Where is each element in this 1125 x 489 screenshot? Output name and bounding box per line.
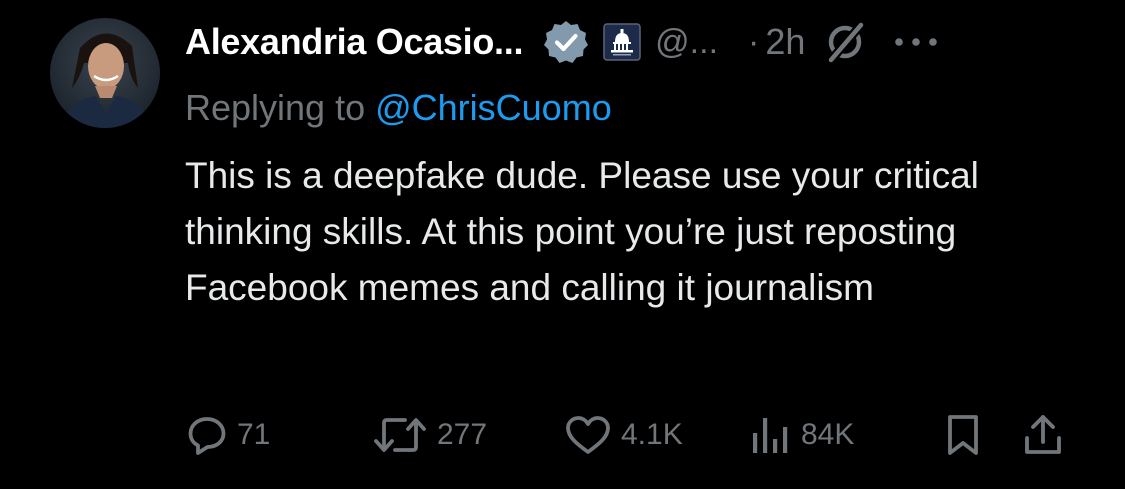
bookmark-button[interactable] [943, 407, 983, 463]
like-button[interactable]: 4.1K [563, 407, 683, 463]
header-separator: · [748, 22, 760, 61]
verified-badge-icon[interactable] [543, 19, 589, 65]
tweet-text: This is a deepfake dude. Please use your… [185, 155, 979, 308]
heart-icon [566, 416, 610, 454]
government-affiliation-icon[interactable] [603, 23, 641, 61]
avatar[interactable] [50, 18, 160, 128]
reply-button[interactable]: 71 [185, 407, 270, 463]
tweet-header: Alexandria Ocasio... @... · 2h [185, 18, 941, 66]
reply-count: 71 [237, 418, 271, 451]
share-button[interactable] [1021, 407, 1065, 463]
author-name[interactable]: Alexandria Ocasio... [185, 21, 523, 63]
views-button[interactable]: 84K [749, 407, 854, 463]
repost-count: 277 [437, 418, 488, 451]
repost-button[interactable]: 277 [371, 407, 487, 463]
avatar-image [50, 18, 160, 128]
replying-to: Replying to @ChrisCuomo [185, 84, 612, 132]
repost-arrows-icon [374, 418, 426, 452]
views-count: 84K [801, 418, 855, 451]
bookmark-icon [948, 415, 978, 455]
more-dots-icon[interactable] [891, 32, 941, 52]
action-bar: 71 277 4.1K 84K [185, 407, 1075, 463]
timestamp[interactable]: 2h [765, 21, 805, 63]
share-upload-icon [1025, 415, 1061, 454]
replying-to-mention-link[interactable]: @ChrisCuomo [375, 87, 612, 128]
views-bars-icon [753, 418, 788, 453]
replying-to-label: Replying to [185, 87, 376, 128]
edit-slash-icon[interactable] [823, 20, 867, 64]
author-handle[interactable]: @... [655, 23, 718, 62]
like-count: 4.1K [621, 418, 683, 451]
reply-bubble-icon [188, 417, 226, 455]
